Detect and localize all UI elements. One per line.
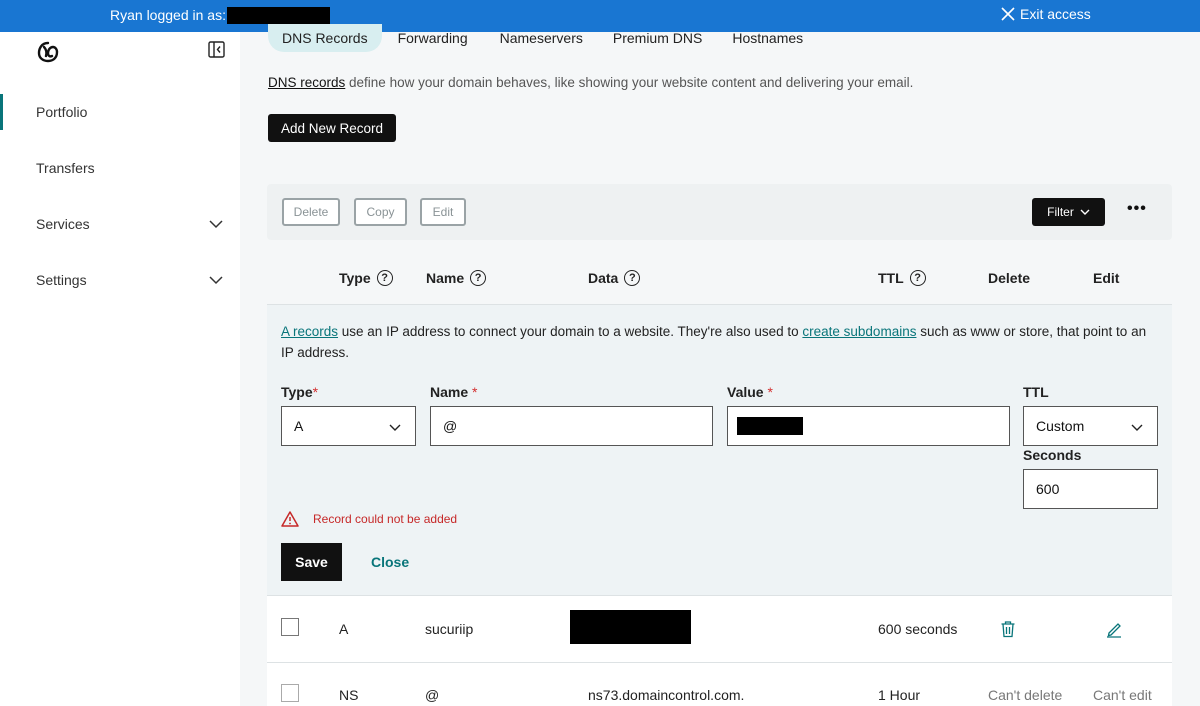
- sidebar-item-settings[interactable]: Settings: [36, 272, 87, 288]
- required-mark: *: [472, 384, 478, 400]
- main-content: DNS Records Forwarding Nameservers Premi…: [240, 24, 1200, 706]
- filter-label: Filter: [1047, 205, 1074, 219]
- name-input-value: @: [443, 418, 458, 434]
- help-icon[interactable]: ?: [909, 270, 926, 286]
- sidebar: Portfolio Transfers Services Settings: [0, 32, 240, 706]
- sidebar-item-portfolio[interactable]: Portfolio: [36, 104, 87, 120]
- required-mark: *: [312, 384, 319, 400]
- table-row: A sucuriip 600 seconds: [267, 596, 1172, 662]
- ttl-label: TTL: [1023, 384, 1049, 400]
- row-data: ns73.domaincontrol.com.: [588, 687, 745, 703]
- tab-forwarding[interactable]: Forwarding: [384, 24, 482, 52]
- sidebar-item-transfers[interactable]: Transfers: [36, 160, 95, 176]
- row-ttl: 1 Hour: [878, 687, 921, 703]
- row-edit-status: Can't edit: [1093, 687, 1152, 703]
- value-input[interactable]: [727, 406, 1010, 446]
- col-edit-label: Edit: [1093, 270, 1120, 286]
- godaddy-logo-icon[interactable]: [36, 40, 60, 64]
- copy-button[interactable]: Copy: [354, 198, 407, 226]
- name-label-text: Name: [430, 384, 469, 400]
- row-checkbox[interactable]: [281, 684, 299, 702]
- trash-icon[interactable]: [1000, 620, 1016, 638]
- col-delete-label: Delete: [988, 270, 1031, 286]
- more-options-icon[interactable]: •••: [1127, 200, 1147, 218]
- active-indicator: [0, 94, 3, 130]
- warning-icon: [281, 511, 299, 527]
- row-name: @: [425, 687, 440, 703]
- a-record-intro-text: use an IP address to connect your domain…: [338, 324, 803, 339]
- redacted-value: [737, 417, 803, 435]
- row-ttl: 600 seconds: [878, 621, 958, 637]
- help-icon[interactable]: ?: [624, 270, 641, 286]
- col-type-label: Type: [339, 270, 371, 286]
- help-icon[interactable]: ?: [470, 270, 487, 286]
- type-select-value: A: [294, 418, 304, 434]
- col-header-type[interactable]: Type?: [339, 268, 393, 288]
- edit-button[interactable]: Edit: [420, 198, 466, 226]
- row-delete-status: Can't delete: [988, 687, 1063, 703]
- table-row: NS @ ns73.domaincontrol.com. 1 Hour Can'…: [267, 663, 1172, 706]
- seconds-label: Seconds: [1023, 447, 1082, 463]
- seconds-input-value: 600: [1036, 481, 1060, 497]
- ttl-select[interactable]: Custom: [1023, 406, 1158, 446]
- sidebar-item-services[interactable]: Services: [36, 216, 90, 232]
- row-checkbox[interactable]: [281, 618, 299, 636]
- col-header-name[interactable]: Name?: [426, 268, 487, 288]
- col-header-edit: Edit: [1093, 268, 1119, 288]
- tab-hostnames[interactable]: Hostnames: [718, 24, 817, 52]
- type-label-text: Type: [281, 384, 313, 400]
- save-button[interactable]: Save: [281, 543, 342, 581]
- col-name-label: Name: [426, 270, 465, 286]
- help-icon[interactable]: ?: [376, 270, 393, 286]
- tab-dns-records[interactable]: DNS Records: [268, 24, 382, 52]
- exit-access-label: Exit access: [1020, 6, 1091, 22]
- chevron-down-icon[interactable]: [208, 216, 224, 232]
- error-message: Record could not be added: [281, 511, 457, 527]
- filter-button[interactable]: Filter: [1032, 198, 1105, 226]
- chevron-down-icon: [1131, 424, 1143, 431]
- value-label: Value *: [727, 384, 773, 400]
- col-header-ttl[interactable]: TTL?: [878, 268, 926, 288]
- col-ttl-label: TTL: [878, 270, 904, 286]
- row-type: NS: [339, 687, 359, 703]
- value-label-text: Value: [727, 384, 764, 400]
- col-header-data[interactable]: Data?: [588, 268, 641, 288]
- dns-intro-text: define how your domain behaves, like sho…: [345, 75, 914, 90]
- add-record-form: A records use an IP address to connect y…: [267, 305, 1172, 595]
- type-label: Type*: [281, 384, 318, 400]
- row-name: sucuriip: [425, 621, 474, 637]
- create-subdomains-link[interactable]: create subdomains: [802, 324, 916, 339]
- tab-premium-dns[interactable]: Premium DNS: [599, 24, 716, 52]
- chevron-down-icon: [389, 424, 401, 431]
- tab-nameservers[interactable]: Nameservers: [486, 24, 597, 52]
- close-button[interactable]: Close: [371, 554, 409, 570]
- pencil-icon[interactable]: [1106, 620, 1122, 638]
- close-icon: [1001, 7, 1015, 21]
- chevron-down-icon[interactable]: [208, 272, 224, 288]
- a-record-intro: A records use an IP address to connect y…: [281, 321, 1161, 363]
- type-select[interactable]: A: [281, 406, 416, 446]
- row-type: A: [339, 621, 349, 637]
- exit-access-button[interactable]: Exit access: [1000, 6, 1091, 22]
- dns-intro: DNS records define how your domain behav…: [268, 75, 913, 90]
- col-data-label: Data: [588, 270, 619, 286]
- redacted-data: [570, 610, 691, 644]
- required-mark: *: [767, 384, 773, 400]
- dns-records-link[interactable]: DNS records: [268, 75, 345, 90]
- name-input[interactable]: @: [430, 406, 713, 446]
- logged-in-label: Ryan logged in as:: [110, 7, 226, 23]
- seconds-input[interactable]: 600: [1023, 469, 1158, 509]
- add-new-record-button[interactable]: Add New Record: [268, 114, 396, 142]
- redacted-account: [227, 7, 330, 24]
- error-text: Record could not be added: [313, 512, 458, 526]
- records-toolbar: Delete Copy Edit Filter •••: [267, 184, 1172, 240]
- ttl-select-value: Custom: [1036, 418, 1085, 434]
- dns-tabs: DNS Records Forwarding Nameservers Premi…: [268, 24, 819, 52]
- col-header-delete: Delete: [988, 268, 1030, 288]
- a-records-link[interactable]: A records: [281, 324, 338, 339]
- name-label: Name *: [430, 384, 477, 400]
- chevron-down-icon: [1080, 209, 1090, 215]
- collapse-sidebar-icon[interactable]: [208, 41, 225, 58]
- delete-button[interactable]: Delete: [282, 198, 340, 226]
